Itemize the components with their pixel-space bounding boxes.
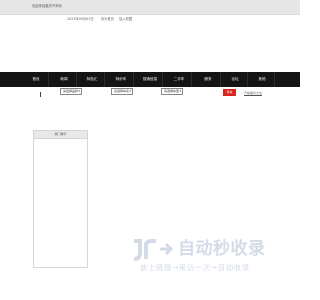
watermark: 自动秒收录 放上链接→来访一次→自动收录 <box>130 237 280 277</box>
nav-item-forum[interactable]: 论坛 <box>223 72 248 87</box>
top-bar: 欢迎来到重庆汽车网 <box>0 0 300 15</box>
watermark-title: 自动秒收录 <box>178 239 266 259</box>
chevron-down-icon: ▾ <box>129 89 131 93</box>
nav-item-home[interactable]: 首页 <box>24 72 49 87</box>
model-select-value: 请选择车型 <box>164 89 180 93</box>
date-row: 2023年09月03日 设为首页 加入收藏 <box>67 16 136 21</box>
filter-divider <box>40 92 41 97</box>
series-select[interactable]: 请选择车系 ▾ <box>111 88 133 95</box>
price-list-link[interactable]: 汽车报价大全 <box>244 91 262 95</box>
brand-select-value: 请选择品牌 <box>63 89 79 93</box>
watermark-subtitle: 放上链接→来访一次→自动收录 <box>140 263 250 272</box>
chevron-down-icon: ▾ <box>78 89 80 93</box>
current-date: 2023年09月03日 <box>67 17 94 21</box>
series-select-value: 请选择车系 <box>114 89 130 93</box>
model-select[interactable]: 请选择车型 ▾ <box>161 88 183 95</box>
logo-icon <box>133 239 174 261</box>
nav-item-used-cars[interactable]: 二手车 <box>167 72 192 87</box>
find-car-button[interactable]: 找车 <box>223 89 236 96</box>
nav-item-features[interactable]: 特色汇 <box>80 72 105 87</box>
brand-select[interactable]: 请选择品牌 ▾ <box>60 88 82 95</box>
nav-item-other[interactable]: 其他 <box>250 72 275 87</box>
add-favorite-link[interactable]: 加入收藏 <box>119 17 132 21</box>
nav-item-news[interactable]: 新闻 <box>52 72 77 87</box>
set-homepage-link[interactable]: 设为首页 <box>101 17 114 21</box>
nav-item-specials[interactable]: 特价车 <box>109 72 134 87</box>
main-nav: 首页 新闻 特色汇 特价车 促销信息 二手车 服务 论坛 其他 <box>0 72 300 87</box>
chevron-down-icon: ▾ <box>179 89 181 93</box>
nav-item-services[interactable]: 服务 <box>196 72 221 87</box>
welcome-text: 欢迎来到重庆汽车网 <box>32 4 62 8</box>
nav-item-promotions[interactable]: 促销信息 <box>138 72 163 87</box>
side-panel: 热门排行 <box>33 130 88 268</box>
side-panel-header: 热门排行 <box>34 131 87 139</box>
